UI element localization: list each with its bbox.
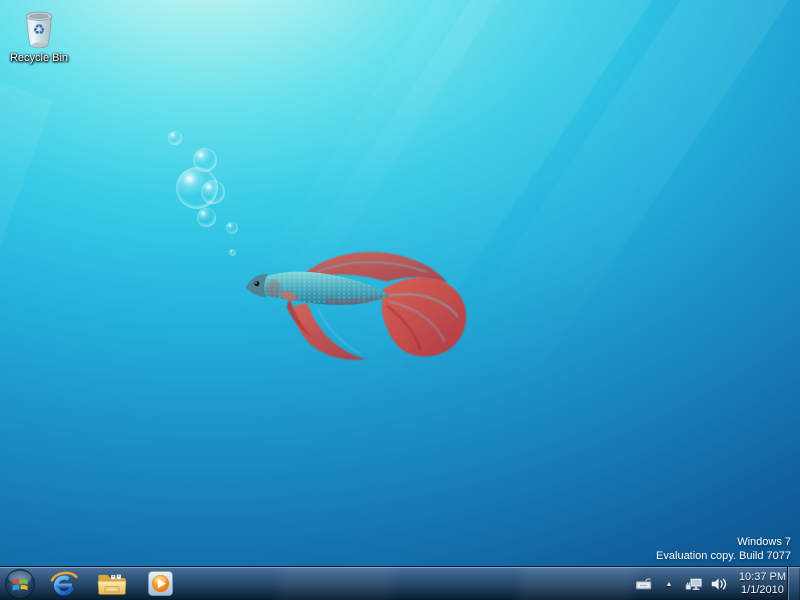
recycle-bin-icon: ♻: [20, 8, 58, 50]
clock-date: 1/1/2010: [739, 584, 786, 597]
taskbar-button-windows-media-player[interactable]: [136, 567, 184, 600]
windows-start-orb: [4, 568, 36, 600]
system-tray: ▲ 10:37 PM: [635, 567, 786, 600]
svg-text:♻: ♻: [33, 23, 46, 39]
bubble: [226, 222, 238, 234]
windows-explorer-icon: [96, 570, 128, 598]
show-hidden-icons-chevron[interactable]: ▲: [660, 574, 678, 594]
bubble: [229, 249, 236, 256]
desktop-wallpaper: ♻ Recycle Bin Windows 7 Evaluation copy.…: [0, 0, 800, 600]
taskbar: ▲ 10:37 PM: [0, 566, 800, 600]
clock-time: 10:37 PM: [739, 571, 786, 584]
light-ray: [0, 60, 53, 600]
tray-network-icon[interactable]: [685, 574, 703, 594]
betta-fish-illustration: [238, 236, 476, 370]
bubble: [201, 180, 225, 204]
bubble: [197, 208, 216, 227]
taskbar-clock[interactable]: 10:37 PM 1/1/2010: [739, 571, 786, 597]
start-button[interactable]: [0, 567, 40, 600]
watermark-line2: Evaluation copy. Build 7077: [656, 549, 791, 563]
bubble: [168, 131, 182, 145]
windows-media-player-icon: [147, 570, 174, 597]
tray-volume-icon[interactable]: [710, 574, 728, 594]
tray-keyboard-icon[interactable]: [635, 574, 653, 594]
recycle-bin-label: Recycle Bin: [6, 52, 72, 64]
taskbar-button-windows-explorer[interactable]: [88, 567, 136, 600]
show-desktop-button[interactable]: [787, 567, 800, 600]
internet-explorer-icon: [49, 569, 79, 599]
evaluation-watermark: Windows 7 Evaluation copy. Build 7077: [656, 535, 791, 563]
watermark-line1: Windows 7: [656, 535, 791, 549]
recycle-bin-desktop-icon[interactable]: ♻ Recycle Bin: [6, 8, 72, 64]
taskbar-button-internet-explorer[interactable]: [40, 567, 88, 600]
